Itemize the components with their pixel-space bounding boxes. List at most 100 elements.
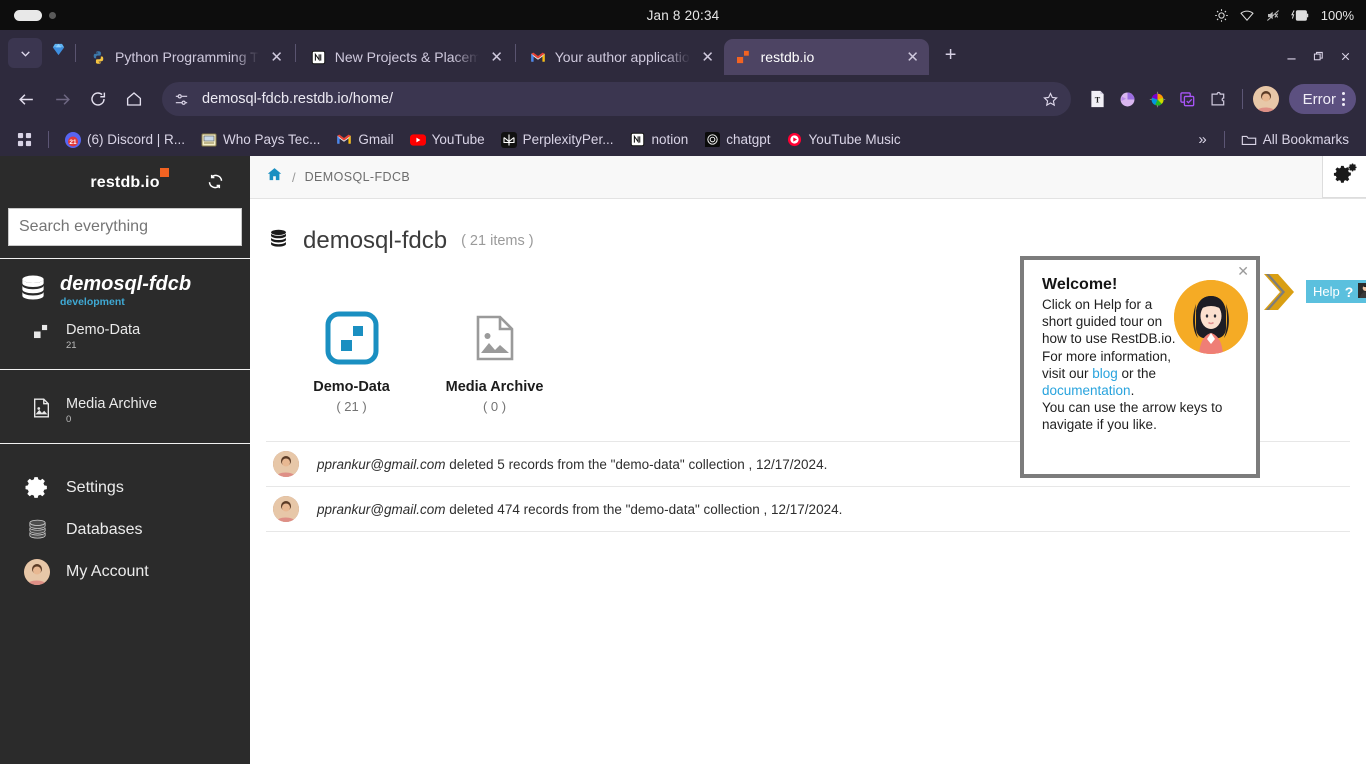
discord-icon: 21 (65, 131, 81, 148)
bookmark-item-gmail[interactable]: Gmail (329, 129, 400, 151)
color-wheel-icon[interactable] (1149, 91, 1166, 108)
bookmark-item-discord[interactable]: 21 (6) Discord | R... (58, 129, 192, 151)
tab-search-dropdown-button[interactable] (8, 38, 42, 68)
bookmarks-overflow-button[interactable]: » (1190, 129, 1214, 150)
media-icon (30, 396, 52, 418)
sidebar-item-content: Demo-Data 21 (66, 322, 140, 351)
welcome-popup: ✕ Welcome! Click on Help for a short gui… (1020, 256, 1366, 478)
collection-tile-icon (294, 307, 409, 369)
bookmark-divider (1223, 131, 1225, 148)
profile-avatar[interactable] (1252, 86, 1279, 112)
sidebar-item-settings[interactable]: Settings (0, 466, 250, 509)
help-question-mark: ? (1344, 283, 1354, 300)
close-icon[interactable] (1339, 50, 1352, 63)
window-controls (1285, 50, 1366, 75)
sidebar-item-label: Settings (66, 478, 124, 496)
tab-strip: Python Programming T ✕ New Projects & Pl… (0, 30, 1366, 75)
computer-icon (201, 132, 217, 148)
blog-link[interactable]: blog (1092, 366, 1118, 381)
wifi-icon[interactable] (1239, 8, 1255, 23)
breadcrumb-separator: / (292, 169, 296, 185)
welcome-mid: or the (1117, 365, 1157, 381)
media-tile-icon (437, 307, 552, 369)
sidebar-item-label: My Account (66, 563, 149, 580)
battery-charging-icon[interactable] (1290, 8, 1311, 23)
welcome-paragraph-2: You can use the arrow keys to navigate i… (1042, 400, 1223, 433)
sidebar-item-databases[interactable]: Databases (0, 509, 250, 550)
purple-extension-icon[interactable] (1119, 91, 1136, 108)
browser-tab[interactable]: New Projects & Placem ✕ (298, 39, 513, 75)
apps-grid-icon[interactable] (10, 129, 39, 150)
reload-icon[interactable] (82, 83, 114, 115)
home-icon[interactable] (266, 166, 283, 188)
documentation-link[interactable]: documentation (1042, 383, 1131, 398)
tab-close-button[interactable]: ✕ (267, 47, 287, 67)
refresh-icon[interactable] (207, 173, 224, 195)
tile-demo-data[interactable]: Demo-Data ( 21 ) (294, 307, 409, 414)
address-bar[interactable]: demosql-fdcb.restdb.io/home/ (162, 82, 1071, 116)
help-button[interactable]: Help ? (1306, 280, 1366, 303)
welcome-paragraph-1: Click on Help for a short guided tour on… (1042, 296, 1182, 399)
sidebar-item-my-account[interactable]: My Account (0, 550, 250, 594)
site-settings-icon[interactable] (166, 84, 196, 114)
sidebar-database-header[interactable]: demosql-fdcb development (0, 273, 250, 308)
sidebar-item-count: 0 (66, 414, 72, 425)
bookmark-item-youtube[interactable]: YouTube (403, 129, 492, 151)
svg-text:21: 21 (69, 139, 77, 146)
settings-gear-button[interactable] (1322, 156, 1366, 198)
restore-icon[interactable] (1312, 50, 1325, 63)
tab-close-button[interactable]: ✕ (698, 47, 718, 67)
activity-row[interactable]: pprankur@gmail.com deleted 474 records f… (266, 486, 1350, 532)
sidebar-item-label: Databases (66, 520, 143, 538)
tab-title: Your author applicatio (554, 49, 690, 65)
browser-tab[interactable]: Your author applicatio ✕ (518, 39, 724, 75)
text-extension-icon[interactable]: T (1089, 90, 1106, 108)
forward-arrow-icon[interactable] (46, 83, 78, 115)
help-label: Help (1313, 284, 1340, 299)
bookmark-item-whopays[interactable]: Who Pays Tec... (194, 129, 327, 151)
bookmark-label: Who Pays Tec... (223, 132, 321, 147)
bookmarks-bar: 21 (6) Discord | R... Who Pays Tec... Gm… (0, 123, 1366, 156)
search-input[interactable] (8, 208, 242, 246)
browser-tab-active[interactable]: restdb.io ✕ (723, 39, 929, 75)
tile-media-archive[interactable]: Media Archive ( 0 ) (437, 307, 552, 414)
browser-toolbar: demosql-fdcb.restdb.io/home/ T Error (0, 75, 1366, 123)
url-text: demosql-fdcb.restdb.io/home/ (202, 91, 394, 107)
os-tray: 100% (1214, 8, 1366, 23)
sidebar-database-info: demosql-fdcb development (60, 273, 191, 308)
volume-muted-icon[interactable] (1265, 8, 1281, 23)
breadcrumb-current[interactable]: DEMOSQL-FDCB (305, 170, 411, 184)
folder-icon (1241, 132, 1257, 148)
all-bookmarks-button[interactable]: All Bookmarks (1234, 129, 1356, 151)
tab-close-button[interactable]: ✕ (487, 47, 507, 67)
bookmark-item-perplexity[interactable]: PerplexityPer... (494, 129, 621, 151)
new-tab-button[interactable]: + (937, 41, 965, 69)
sidebar-item-media-archive[interactable]: Media Archive 0 (0, 396, 250, 425)
checklist-extension-icon[interactable] (1179, 91, 1196, 108)
restdb-logo[interactable]: restdb.io (90, 168, 170, 192)
tab-close-button[interactable]: ✕ (903, 47, 923, 67)
tab-divider (75, 44, 76, 62)
bookmark-label: Gmail (358, 132, 394, 147)
gemstone-icon[interactable] (50, 41, 67, 63)
puzzle-extension-icon[interactable] (1209, 91, 1226, 108)
browser-tab[interactable]: Python Programming T ✕ (78, 39, 293, 75)
bookmark-item-notion[interactable]: notion (622, 129, 695, 151)
sidebar-brand-row: restdb.io (8, 168, 242, 196)
app-sidebar: restdb.io Search everything demosql-fdcb… (0, 156, 250, 764)
tab-divider (294, 44, 296, 62)
os-status-bar: Jan 8 20:34 100% (0, 0, 1366, 30)
star-icon[interactable] (1037, 91, 1065, 108)
brightness-icon[interactable] (1214, 8, 1229, 23)
user-avatar (273, 496, 299, 522)
bookmark-item-youtube-music[interactable]: YouTube Music (780, 129, 908, 151)
error-button[interactable]: Error (1288, 84, 1356, 114)
tile-count: ( 0 ) (482, 399, 507, 414)
home-icon[interactable] (118, 83, 150, 115)
sidebar-item-demo-data[interactable]: Demo-Data 21 (0, 308, 250, 351)
bookmark-item-chatgpt[interactable]: chatgpt (697, 129, 777, 151)
back-arrow-icon[interactable] (10, 83, 42, 115)
page-title-row: demosql-fdcb ( 21 items ) (250, 199, 1366, 255)
kebab-menu-icon[interactable] (1339, 92, 1348, 106)
minimize-icon[interactable] (1285, 50, 1298, 63)
